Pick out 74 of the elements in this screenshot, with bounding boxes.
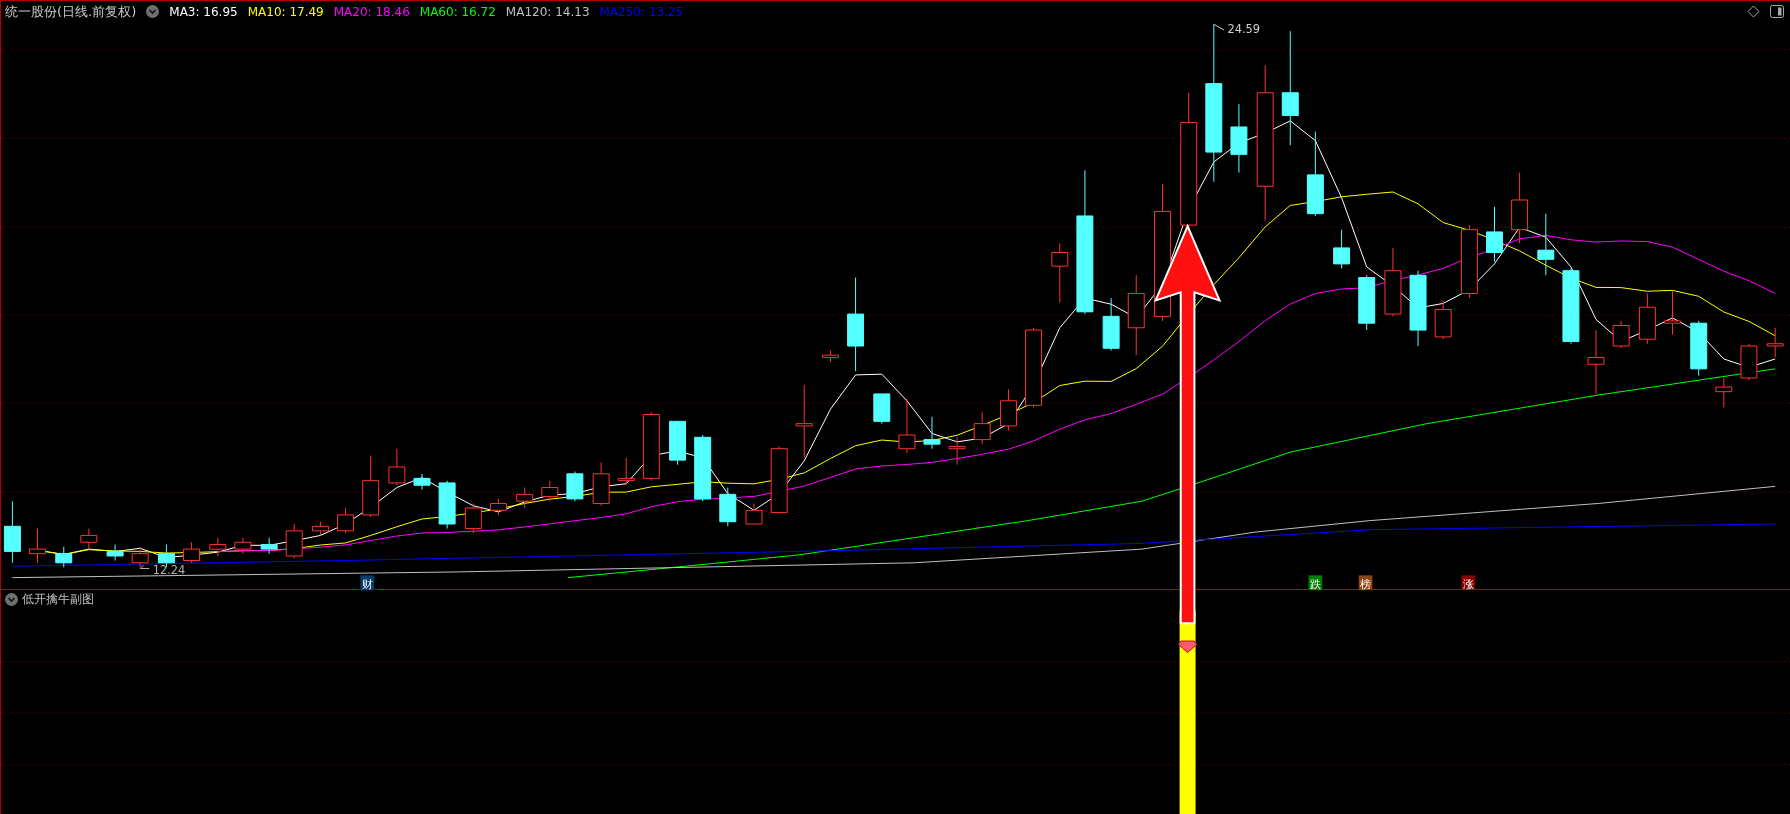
candlestick [1715, 377, 1733, 409]
candlestick [1664, 290, 1681, 336]
candlestick [29, 528, 46, 564]
candlestick [3, 500, 21, 564]
candlestick [1333, 229, 1351, 269]
candlestick [55, 546, 73, 568]
chevron-down-icon[interactable] [5, 593, 18, 606]
candlestick [1051, 242, 1069, 304]
candlestick [106, 544, 124, 561]
candlestick [745, 503, 763, 525]
candlestick [1766, 327, 1784, 358]
candlestick [260, 537, 278, 555]
chart-title: 统一股份(日线.前复权) [5, 2, 137, 21]
candlestick [131, 546, 149, 568]
candlestick [209, 537, 227, 557]
candlestick [973, 411, 991, 445]
candlestick [1384, 247, 1402, 317]
candlestick [770, 445, 788, 514]
candlestick [516, 487, 534, 509]
candlestick [719, 487, 737, 527]
event-tag[interactable]: 涨 [1461, 575, 1476, 591]
candlestick [1486, 206, 1503, 263]
candlestick [1434, 299, 1452, 340]
candlestick [898, 398, 916, 454]
candlestick [362, 455, 380, 518]
chevron-down-icon[interactable] [146, 5, 160, 18]
candlestick [1358, 274, 1376, 331]
high-price-label: 24.59 [1213, 22, 1261, 37]
candlestick [1612, 320, 1630, 349]
candlestick [642, 411, 660, 482]
candlestick [438, 480, 456, 530]
candlestick [80, 528, 98, 550]
candlestick [1587, 329, 1605, 395]
moving-average-value: MA120: 14.13 [505, 4, 590, 19]
candlestick [285, 523, 303, 559]
moving-average-value: MA3: 16.95 [169, 4, 238, 19]
moving-average-value: MA10: 17.49 [247, 4, 324, 19]
candlestick [617, 457, 635, 486]
diamond-icon[interactable] [1747, 5, 1760, 18]
candlestick [1511, 172, 1529, 244]
candlestick [669, 420, 687, 466]
candlestick [312, 521, 329, 536]
candlestick [566, 471, 584, 502]
candlestick [183, 541, 200, 564]
candlestick [694, 434, 712, 502]
candlestick [1638, 293, 1656, 345]
event-tag[interactable]: 财 [360, 575, 375, 591]
candlestick [1690, 320, 1708, 377]
candlestick [388, 448, 406, 486]
candlestick [489, 498, 507, 516]
candlestick [948, 436, 966, 466]
low-price-label: 12.24 [139, 563, 186, 578]
candlestick [541, 480, 559, 502]
moving-average-value: MA20: 18.46 [333, 4, 410, 19]
candlestick [234, 537, 252, 555]
gem-icon [1177, 640, 1198, 653]
candlestick [337, 507, 355, 534]
candlestick [592, 461, 610, 507]
event-tag[interactable]: 榜 [1358, 575, 1373, 591]
candlestick [464, 503, 482, 534]
candlestick [1102, 297, 1120, 352]
candlestick [413, 473, 431, 491]
candlestick [999, 388, 1017, 431]
candlestick [1230, 103, 1248, 174]
event-tag[interactable]: 跌 [1308, 575, 1323, 591]
candlestick [1537, 213, 1555, 276]
candlestick [822, 350, 839, 363]
panel-toggle-icon[interactable] [1770, 5, 1784, 18]
candlestick [923, 416, 941, 450]
moving-average-value: MA60: 16.72 [419, 4, 496, 19]
indicator-title: 低开擒牛副图 [22, 591, 94, 608]
candlestick [1740, 343, 1758, 381]
moving-average-value: MA250: 13.25 [599, 4, 684, 19]
candlestick [873, 393, 891, 425]
